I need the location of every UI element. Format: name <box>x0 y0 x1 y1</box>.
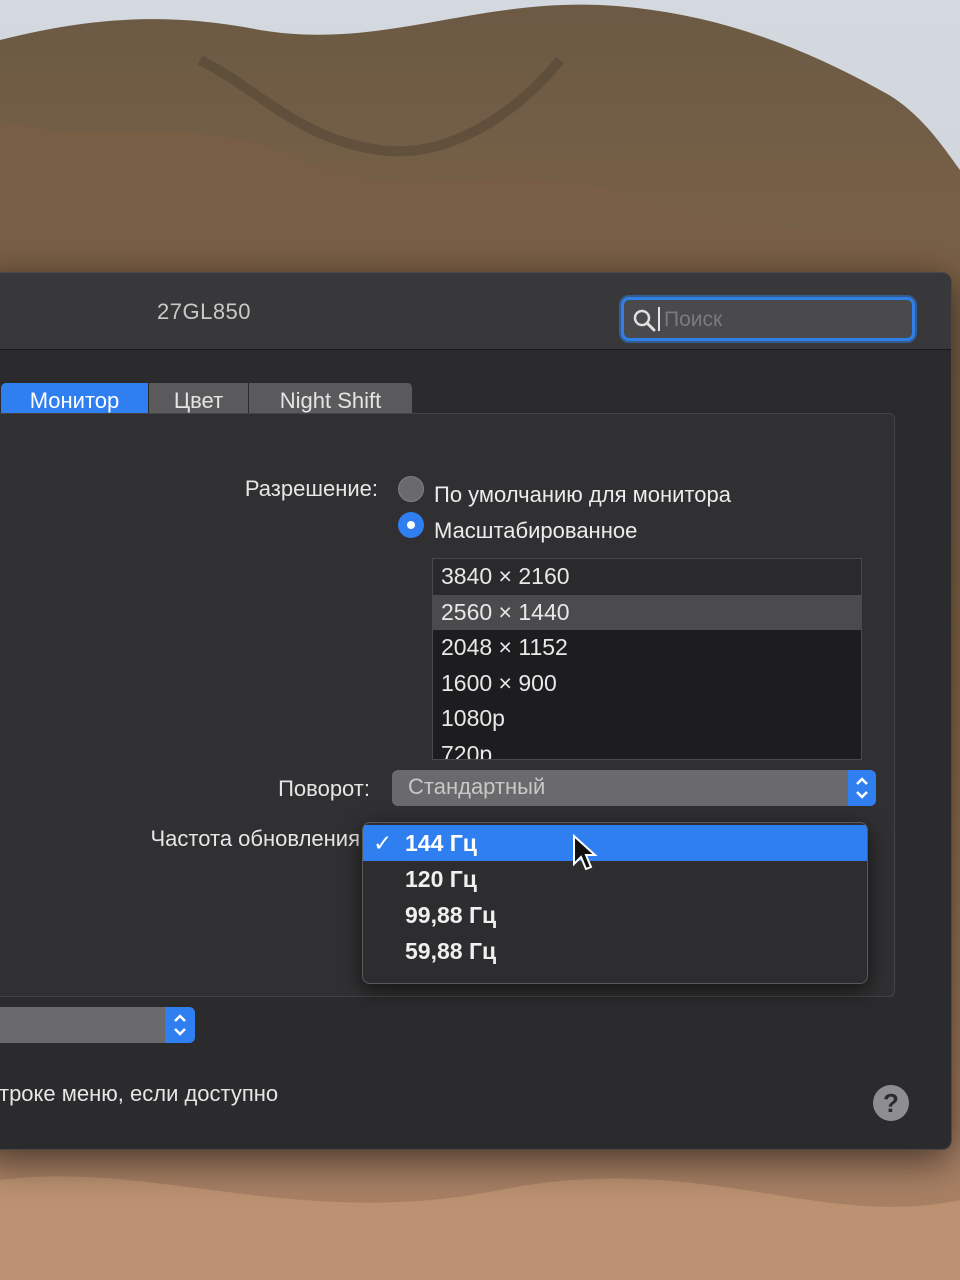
resolution-item[interactable]: 720p <box>433 737 861 760</box>
mouse-pointer-icon <box>573 834 598 871</box>
radio-scaled-label: Масштабированное <box>434 518 638 543</box>
checkmark-icon: ✓ <box>373 830 393 856</box>
search-field[interactable] <box>621 297 915 341</box>
settings-panel: Разрешение: По умолчанию для монитора Ма… <box>0 413 895 997</box>
text-caret <box>658 307 660 331</box>
radio-default-label: По умолчанию для монитора <box>434 482 731 507</box>
resolution-item[interactable]: 1080p <box>433 701 861 737</box>
refresh-rate-menu[interactable]: ✓ 144 Гц 120 Гц 99,88 Гц 59,88 Гц <box>362 822 868 984</box>
menu-item-144hz[interactable]: ✓ 144 Гц <box>363 825 867 861</box>
resolution-label: Разрешение: <box>244 476 378 501</box>
menu-item-label: 59,88 Гц <box>405 938 497 964</box>
menu-item-120hz[interactable]: 120 Гц <box>363 861 867 897</box>
search-icon <box>633 309 656 332</box>
display-preferences-window: 27GL850 Монитор Цвет Night Shift Разреше… <box>0 272 952 1150</box>
menu-item-99-88hz[interactable]: 99,88 Гц <box>363 897 867 933</box>
show-in-menubar-label: троке меню, если доступно <box>0 1081 279 1106</box>
resolution-item[interactable]: 2048 × 1152 <box>433 630 861 666</box>
rotation-value: Стандартный <box>408 774 546 799</box>
resolution-item[interactable]: 3840 × 2160 <box>433 559 861 595</box>
window-title: 27GL850 <box>157 299 252 324</box>
resolution-item-selected[interactable]: 2560 × 1440 <box>433 594 861 630</box>
resolution-item[interactable]: 1600 × 900 <box>433 666 861 702</box>
help-button[interactable]: ? <box>873 1085 909 1121</box>
rotation-popup[interactable]: Стандартный <box>392 770 876 806</box>
resolution-list[interactable]: 3840 × 2160 2560 × 1440 2048 × 1152 1600… <box>432 558 862 760</box>
radio-scaled[interactable] <box>398 512 424 538</box>
refresh-rate-label: Частота обновления <box>150 826 360 851</box>
rotation-label: Поворот: <box>278 776 370 801</box>
search-input[interactable] <box>662 304 906 336</box>
stepper-arrows-icon <box>165 1007 195 1043</box>
menu-item-59-88hz[interactable]: 59,88 Гц <box>363 933 867 969</box>
radio-default-for-display[interactable] <box>398 476 424 502</box>
stepper-arrows-icon <box>848 770 876 806</box>
title-bar: 27GL850 <box>0 273 951 350</box>
menu-item-label: 144 Гц <box>405 830 477 856</box>
menu-item-label: 99,88 Гц <box>405 902 497 928</box>
menu-item-label: 120 Гц <box>405 866 477 892</box>
bottom-popup[interactable] <box>0 1007 195 1043</box>
